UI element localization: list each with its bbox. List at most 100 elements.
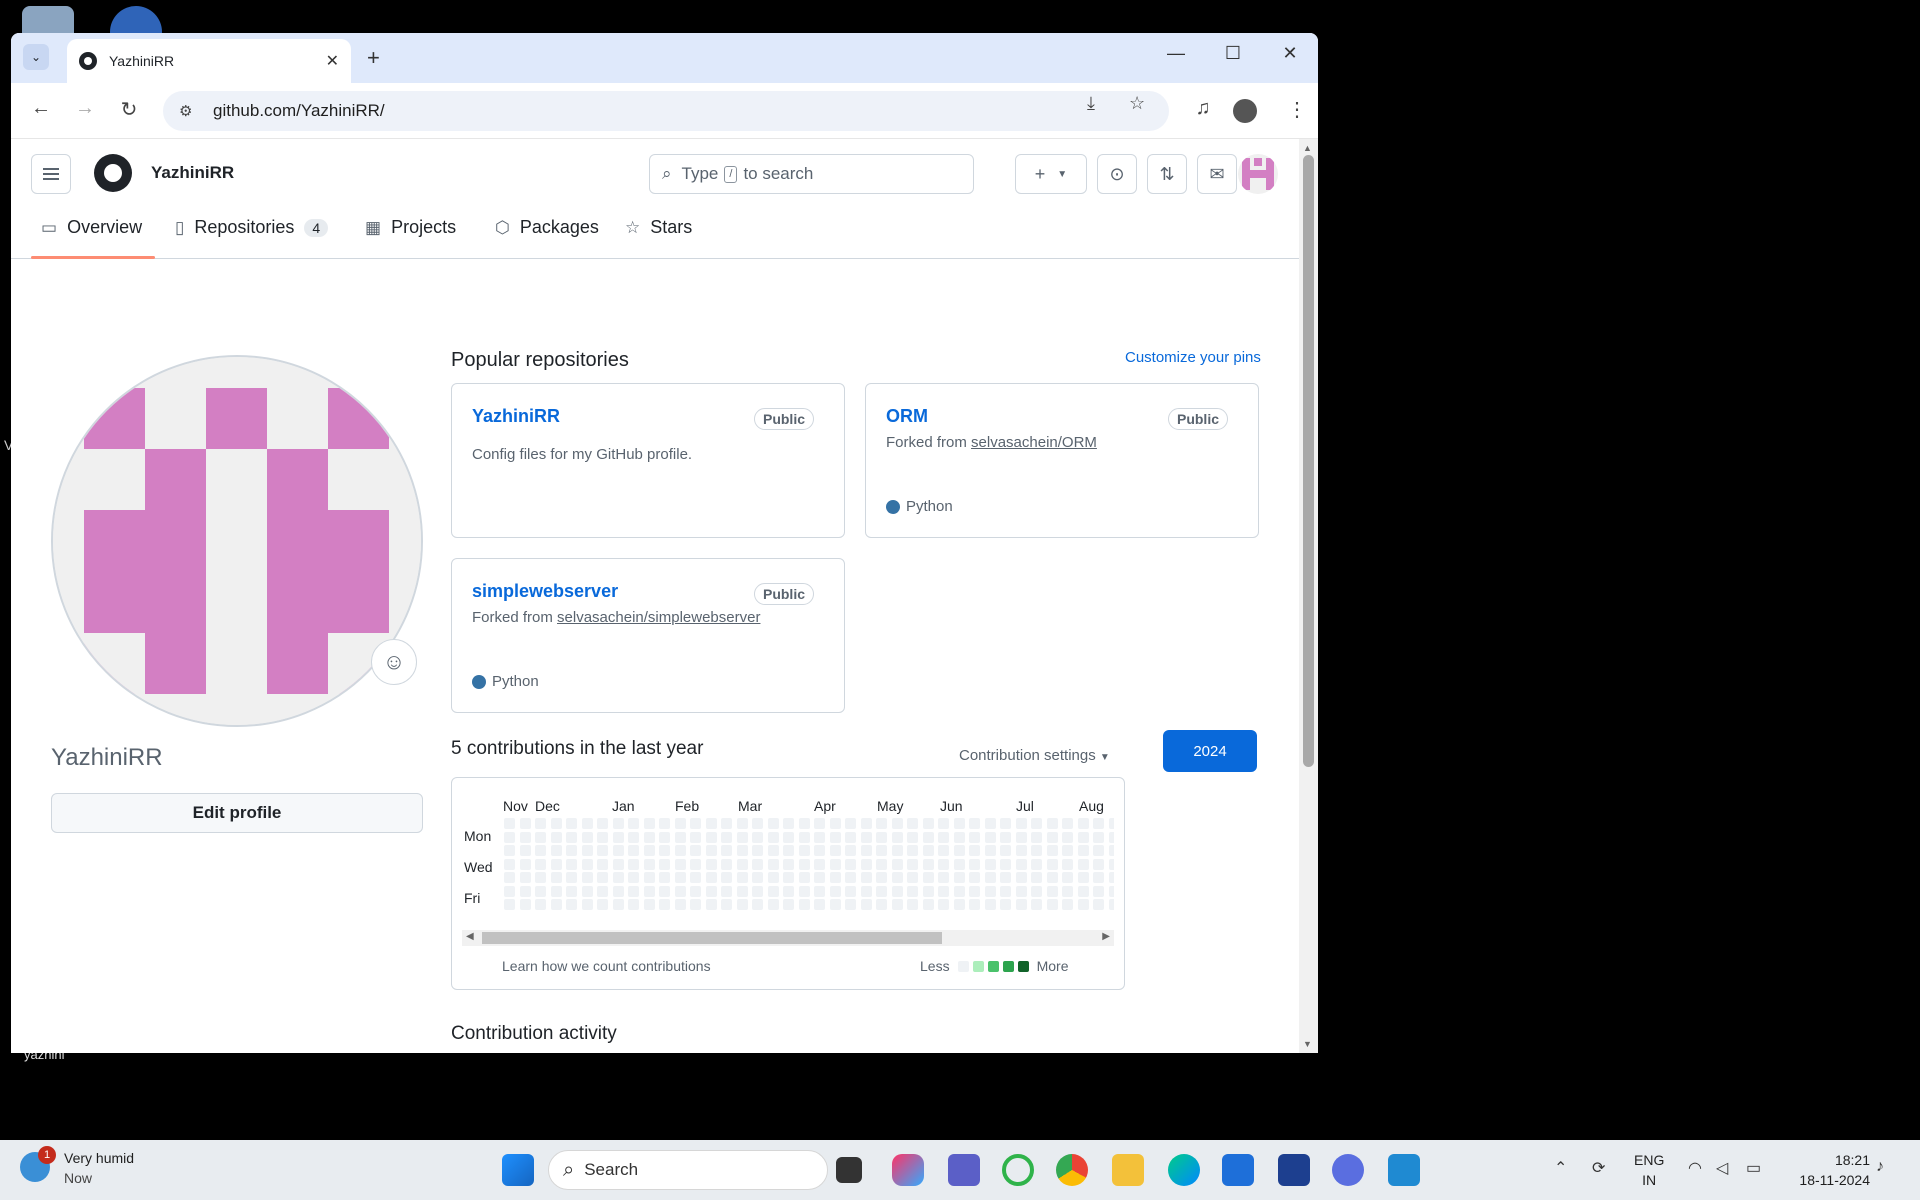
contribution-cell[interactable] (519, 845, 531, 856)
contribution-cell[interactable] (504, 899, 515, 910)
contribution-cell[interactable] (845, 899, 856, 910)
tab-search-button[interactable]: ⌄ (23, 44, 49, 70)
contribution-cell[interactable] (891, 845, 903, 856)
contribution-cell[interactable] (1093, 831, 1104, 843)
contribution-cell[interactable] (984, 818, 996, 829)
contribution-cell[interactable] (829, 818, 841, 829)
user-avatar[interactable] (1238, 154, 1278, 194)
contribution-cell[interactable] (566, 818, 577, 829)
contribution-cell[interactable] (876, 872, 887, 883)
customize-pins-link[interactable]: Customize your pins (1125, 349, 1261, 366)
tab-repositories[interactable]: ▯ Repositories 4 (175, 217, 329, 238)
contribution-cell[interactable] (519, 899, 531, 910)
graph-horizontal-scrollbar[interactable]: ◀ ▶ (462, 930, 1114, 946)
contribution-cell[interactable] (612, 885, 624, 897)
contribution-cell[interactable] (690, 872, 701, 883)
contribution-cell[interactable] (736, 831, 748, 843)
contribution-cell[interactable] (721, 899, 732, 910)
contribution-cell[interactable] (1093, 899, 1104, 910)
media-control-icon[interactable]: ♫ (1189, 97, 1217, 120)
contribution-cell[interactable] (814, 872, 825, 883)
contribution-cell[interactable] (860, 845, 872, 856)
contribution-cell[interactable] (798, 899, 810, 910)
contribution-cell[interactable] (922, 899, 934, 910)
contribution-cell[interactable] (752, 885, 763, 897)
contribution-cell[interactable] (674, 885, 686, 897)
contribution-cell[interactable] (798, 858, 810, 870)
contribution-cell[interactable] (643, 831, 655, 843)
contribution-cell[interactable] (1093, 872, 1104, 883)
language-indicator[interactable]: ENG IN (1634, 1150, 1664, 1190)
profile-avatar[interactable] (51, 355, 423, 727)
contribution-cell[interactable] (752, 845, 763, 856)
contribution-cell[interactable] (829, 831, 841, 843)
scroll-left-icon[interactable]: ◀ (466, 931, 474, 942)
page-scroll-thumb[interactable] (1303, 155, 1314, 767)
contribution-cell[interactable] (969, 872, 980, 883)
contribution-cell[interactable] (953, 818, 965, 829)
contribution-cell[interactable] (659, 872, 670, 883)
contribution-cell[interactable] (783, 818, 794, 829)
contribution-cell[interactable] (767, 845, 779, 856)
inbox-icon[interactable]: ✉ (1197, 154, 1237, 194)
contribution-cell[interactable] (891, 831, 903, 843)
learn-contributions-link[interactable]: Learn how we count contributions (502, 958, 711, 974)
contribution-cell[interactable] (814, 818, 825, 829)
contribution-cell[interactable] (969, 831, 980, 843)
contribution-cell[interactable] (891, 858, 903, 870)
contribution-cell[interactable] (1015, 818, 1027, 829)
contribution-cell[interactable] (891, 818, 903, 829)
contribution-cell[interactable] (550, 872, 562, 883)
contribution-cell[interactable] (922, 872, 934, 883)
contribution-cell[interactable] (814, 845, 825, 856)
contribution-cell[interactable] (829, 845, 841, 856)
contribution-cell[interactable] (628, 899, 639, 910)
contribution-settings-dropdown[interactable]: Contribution settings ▼ (959, 747, 1110, 764)
contribution-cell[interactable] (1015, 899, 1027, 910)
file-explorer-icon[interactable] (1112, 1154, 1144, 1186)
minimize-button[interactable]: — (1161, 43, 1191, 64)
clock[interactable]: 18:21 18-11-2024 (1780, 1150, 1870, 1190)
contribution-cell[interactable] (922, 885, 934, 897)
contribution-cell[interactable] (1093, 885, 1104, 897)
contribution-cell[interactable] (1015, 858, 1027, 870)
contribution-cell[interactable] (1108, 858, 1114, 870)
contribution-cell[interactable] (845, 845, 856, 856)
close-tab-icon[interactable]: ✕ (326, 51, 339, 71)
contribution-cell[interactable] (535, 831, 546, 843)
contribution-cell[interactable] (752, 858, 763, 870)
notification-bell-icon[interactable]: ♪ (1876, 1158, 1884, 1176)
contribution-cell[interactable] (1000, 831, 1011, 843)
contribution-cell[interactable] (581, 899, 593, 910)
reload-button[interactable]: ↻ (115, 97, 143, 122)
contribution-cell[interactable] (798, 872, 810, 883)
contribution-cell[interactable] (597, 872, 608, 883)
sync-icon[interactable]: ⟳ (1592, 1158, 1605, 1178)
contribution-cell[interactable] (829, 858, 841, 870)
contribution-cell[interactable] (922, 845, 934, 856)
contribution-cell[interactable] (783, 872, 794, 883)
contribution-cell[interactable] (736, 885, 748, 897)
contribution-cell[interactable] (845, 885, 856, 897)
contribution-cell[interactable] (860, 899, 872, 910)
scroll-right-icon[interactable]: ▶ (1102, 931, 1110, 942)
contribution-cell[interactable] (938, 831, 949, 843)
contribution-cell[interactable] (752, 831, 763, 843)
contribution-cell[interactable] (860, 872, 872, 883)
contribution-cell[interactable] (938, 899, 949, 910)
contribution-cell[interactable] (984, 845, 996, 856)
contribution-cell[interactable] (1093, 858, 1104, 870)
contribution-cell[interactable] (1062, 858, 1073, 870)
contribution-cell[interactable] (504, 831, 515, 843)
task-view-icon[interactable] (836, 1157, 862, 1183)
contribution-cell[interactable] (690, 818, 701, 829)
contribution-cell[interactable] (721, 845, 732, 856)
repo-name-link[interactable]: YazhiniRR (472, 406, 560, 427)
contribution-cell[interactable] (1062, 845, 1073, 856)
contribution-cell[interactable] (783, 858, 794, 870)
contribution-cell[interactable] (550, 899, 562, 910)
contribution-cell[interactable] (891, 872, 903, 883)
contribution-cell[interactable] (1031, 885, 1042, 897)
close-window-button[interactable]: ✕ (1275, 43, 1305, 64)
pull-requests-icon[interactable]: ⇅ (1147, 154, 1187, 194)
